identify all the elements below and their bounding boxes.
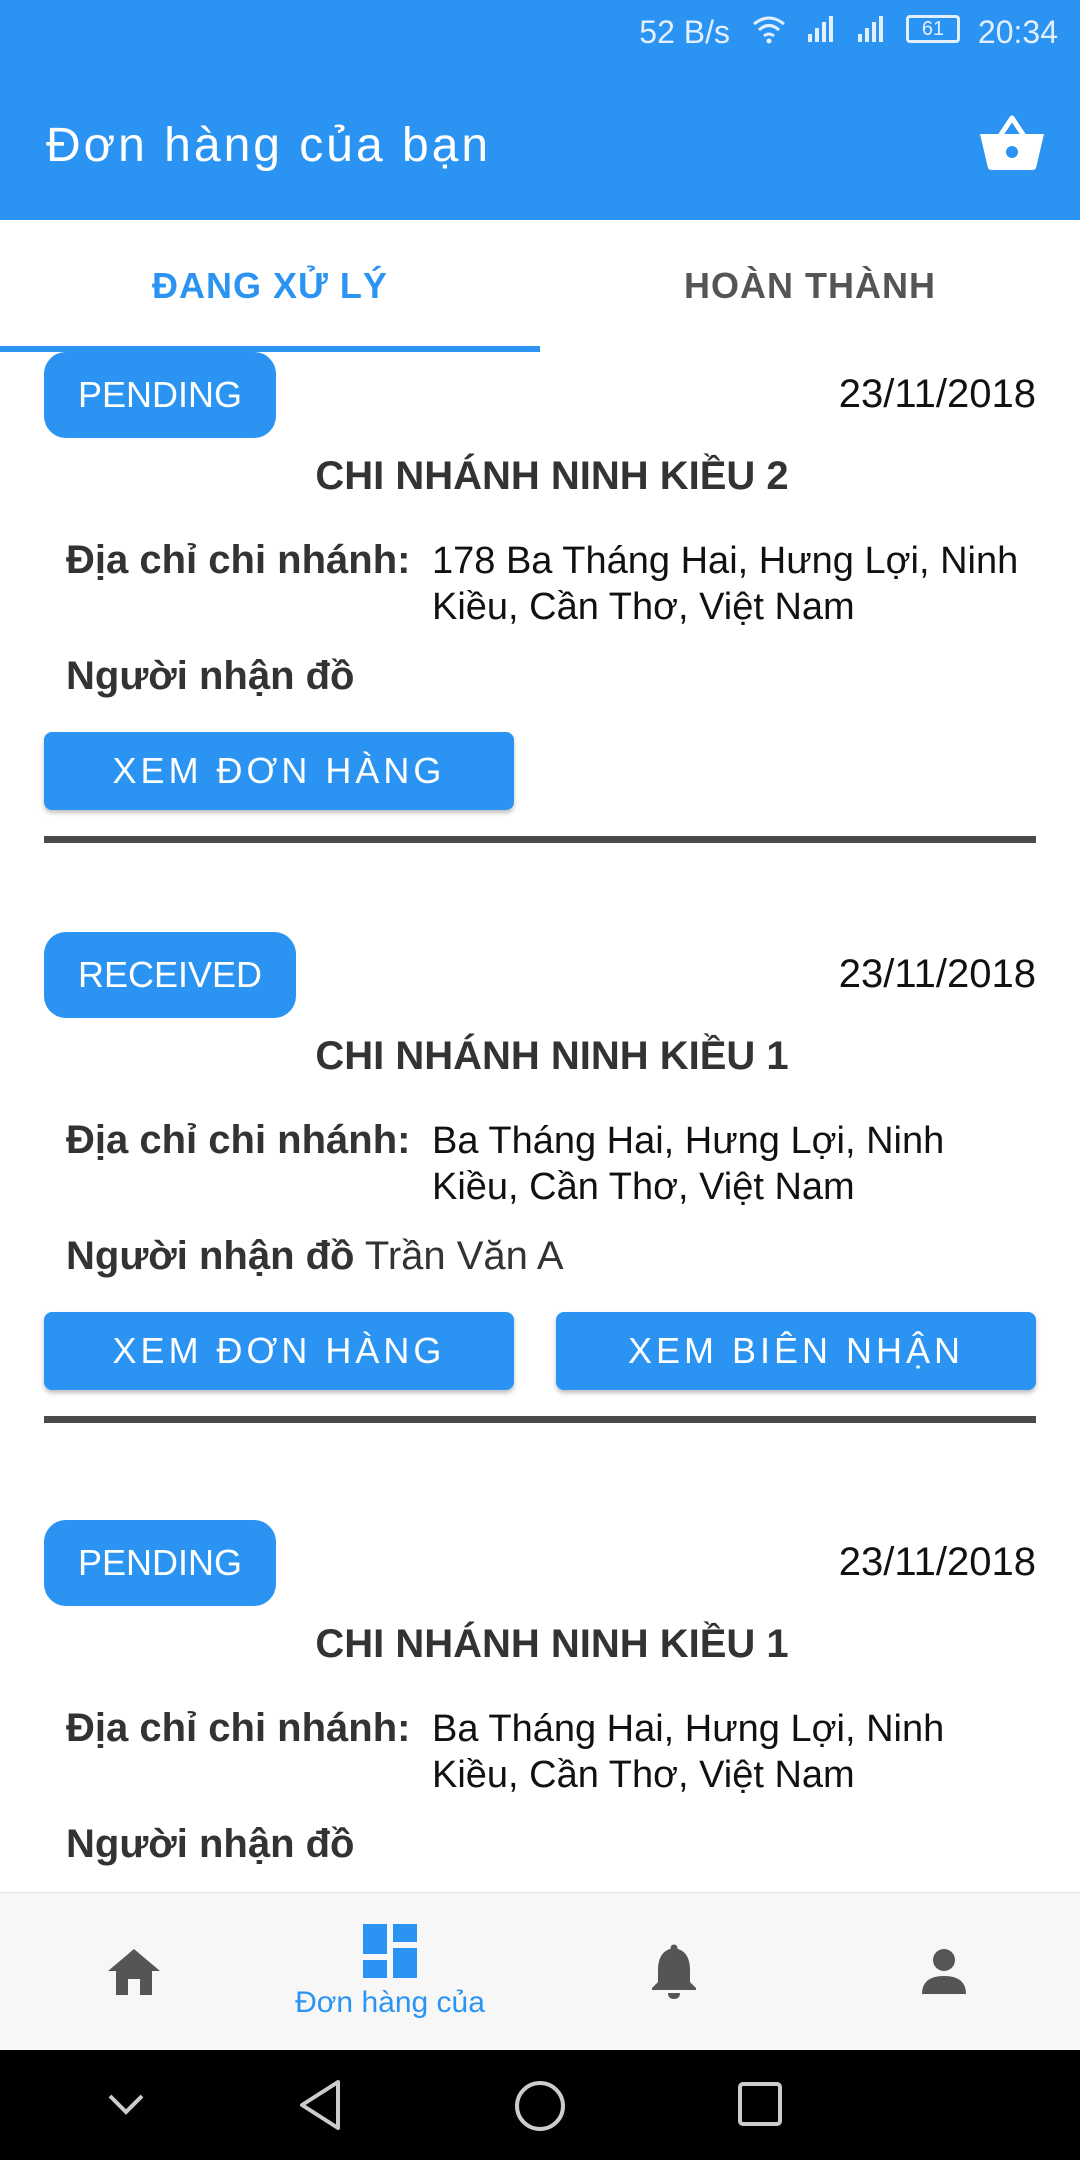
receiver-label: Người nhận đồ <box>66 654 355 698</box>
bottom-nav: Đơn hàng của <box>0 1892 1080 2050</box>
system-nav-bar <box>0 2050 1080 2160</box>
address-value: 178 Ba Tháng Hai, Hưng Lợi, Ninh Kiều, C… <box>432 540 1019 628</box>
tab-processing[interactable]: ĐANG XỬ LÝ <box>0 220 540 352</box>
network-speed: 52 B/s <box>639 14 730 50</box>
home-icon <box>108 1949 160 1995</box>
divider <box>44 1416 1036 1423</box>
dashboard-icon <box>363 1924 417 1978</box>
order-date: 23/11/2018 <box>838 952 1036 996</box>
view-receipt-button[interactable]: XEM BIÊN NHẬN <box>556 1312 1036 1390</box>
back-icon[interactable] <box>296 2078 346 2132</box>
nav-home[interactable] <box>84 1893 184 2051</box>
status-time: 20:34 <box>977 14 1058 50</box>
status-badge: PENDING <box>44 1520 277 1606</box>
wifi-icon <box>753 16 785 44</box>
nav-notifications[interactable] <box>624 1893 724 2051</box>
app-bar: 52 B/s 61 20:34 Đơn hàng của bạn <box>0 0 1080 220</box>
address-label: Địa chỉ chi nhánh: <box>66 1706 411 1750</box>
chevron-down-icon[interactable] <box>104 2090 148 2120</box>
view-order-button[interactable]: XEM ĐƠN HÀNG <box>44 1312 514 1390</box>
status-badge: PENDING <box>44 352 277 438</box>
status-bar: 52 B/s 61 20:34 <box>0 0 1080 68</box>
address-value: Ba Tháng Hai, Hưng Lợi, Ninh Kiều, Cần T… <box>432 1708 945 1796</box>
receiver-row: Người nhận đồ <box>66 1822 354 1867</box>
page-title: Đơn hàng của bạn <box>46 119 492 172</box>
home-circle-icon[interactable] <box>512 2078 568 2134</box>
nav-profile[interactable] <box>894 1893 994 2051</box>
status-badge: RECEIVED <box>44 932 297 1018</box>
basket-icon[interactable] <box>978 112 1046 172</box>
screen: 52 B/s 61 20:34 Đơn hàng của bạn ĐANG XỬ… <box>0 0 1080 2160</box>
address-label: Địa chỉ chi nhánh: <box>66 538 411 582</box>
receiver-row: Người nhận đồ <box>66 654 354 699</box>
address-value: Ba Tháng Hai, Hưng Lợi, Ninh Kiều, Cần T… <box>432 1120 945 1208</box>
nav-orders[interactable]: Đơn hàng của <box>270 1893 510 2051</box>
status-icons: 61 <box>752 14 960 44</box>
order-card: PENDING 23/11/2018 CHI NHÁNH NINH KIỀU 2… <box>44 352 1036 844</box>
receiver-row: Người nhận đồ Trần Văn A <box>66 1234 564 1279</box>
branch-name: CHI NHÁNH NINH KIỀU 2 <box>315 454 789 498</box>
signal-icon <box>808 16 833 42</box>
order-date: 23/11/2018 <box>838 1540 1036 1584</box>
signal-icon <box>858 16 883 42</box>
branch-name: CHI NHÁNH NINH KIỀU 1 <box>315 1034 789 1078</box>
receiver-label: Người nhận đồ <box>66 1822 355 1866</box>
recents-icon[interactable] <box>736 2080 784 2128</box>
bell-icon <box>652 1944 696 1999</box>
divider <box>44 836 1036 843</box>
nav-orders-label: Đơn hàng của <box>295 1986 485 2019</box>
tab-bar: ĐANG XỬ LÝ HOÀN THÀNH <box>0 220 1080 352</box>
battery-icon: 61 <box>906 15 960 43</box>
address-label: Địa chỉ chi nhánh: <box>66 1118 411 1162</box>
order-list[interactable]: PENDING 23/11/2018 CHI NHÁNH NINH KIỀU 2… <box>0 352 1080 1892</box>
order-card: PENDING 23/11/2018 CHI NHÁNH NINH KIỀU 1… <box>44 1520 1036 1892</box>
person-icon <box>922 1949 966 1994</box>
order-date: 23/11/2018 <box>838 372 1036 416</box>
tab-completed[interactable]: HOÀN THÀNH <box>540 220 1080 352</box>
receiver-label: Người nhận đồ <box>66 1234 355 1278</box>
branch-name: CHI NHÁNH NINH KIỀU 1 <box>315 1622 789 1666</box>
receiver-name: Trần Văn A <box>364 1234 564 1278</box>
view-order-button[interactable]: XEM ĐƠN HÀNG <box>44 732 514 810</box>
order-card: RECEIVED 23/11/2018 CHI NHÁNH NINH KIỀU … <box>44 932 1036 1424</box>
